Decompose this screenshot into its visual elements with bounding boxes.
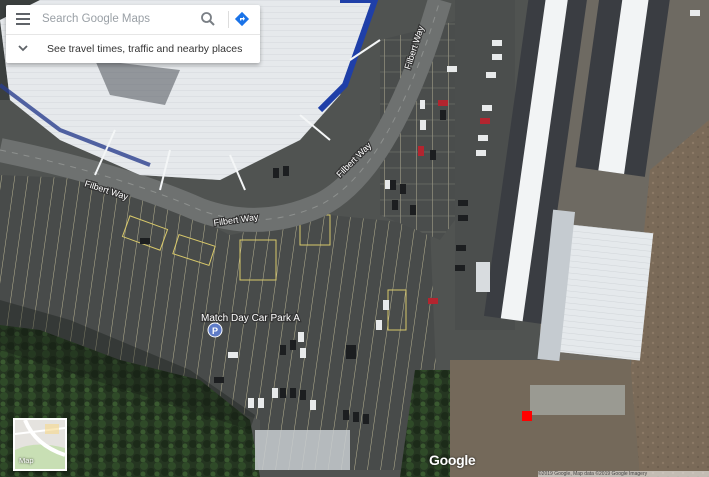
map-type-toggle[interactable]: Map bbox=[13, 418, 67, 471]
search-input[interactable] bbox=[42, 9, 192, 29]
hamburger-menu-icon[interactable] bbox=[16, 13, 30, 25]
search-separator bbox=[228, 11, 229, 28]
red-location-marker[interactable] bbox=[522, 411, 532, 421]
travel-times-text[interactable]: See travel times, traffic and nearby pla… bbox=[47, 43, 242, 55]
poi-label[interactable]: Match Day Car Park A bbox=[200, 312, 302, 325]
magnifier-search-icon[interactable] bbox=[200, 11, 216, 27]
search-row bbox=[6, 5, 260, 34]
google-logo: Google bbox=[429, 452, 476, 468]
travel-times-row[interactable]: See travel times, traffic and nearby pla… bbox=[6, 35, 260, 63]
search-box: See travel times, traffic and nearby pla… bbox=[6, 5, 260, 63]
directions-diamond-icon[interactable] bbox=[234, 11, 250, 27]
chevron-down-icon[interactable] bbox=[18, 43, 28, 53]
map-type-label: Map bbox=[19, 456, 34, 465]
parking-pin-icon[interactable]: P bbox=[207, 322, 223, 338]
map-attribution[interactable]: ©2019 Google, Map data ©2019 Google Imag… bbox=[538, 471, 709, 477]
satellite-map[interactable]: Filbert Way Filbert Way Filbert Way Filb… bbox=[0, 0, 709, 477]
parking-pin-symbol: P bbox=[212, 326, 218, 336]
